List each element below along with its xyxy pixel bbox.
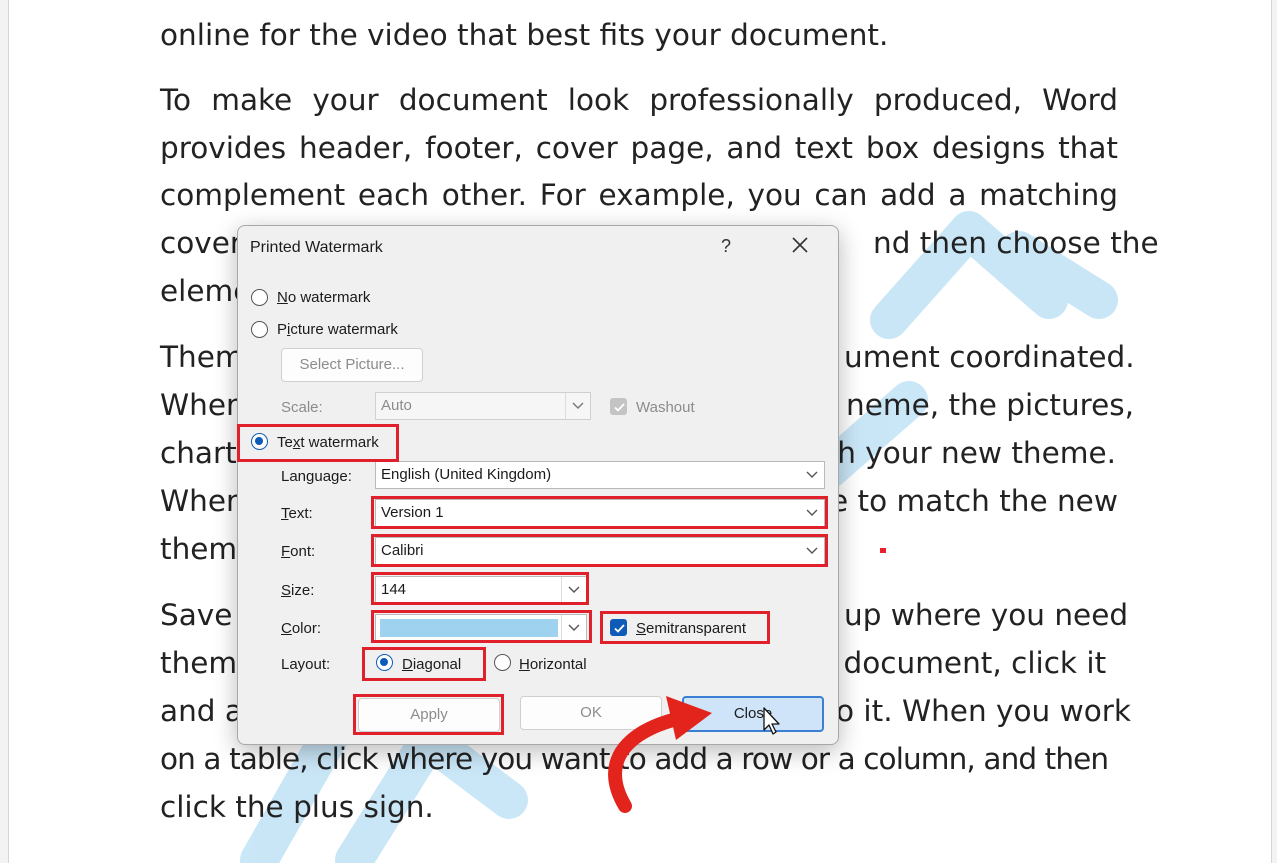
picture-watermark-label[interactable]: Picture watermark — [277, 321, 398, 338]
scale-label: Scale: — [281, 399, 323, 416]
doc-line: Them — [160, 340, 244, 374]
highlight-color-field — [371, 610, 592, 643]
help-button[interactable]: ? — [721, 236, 731, 257]
highlight-apply — [353, 694, 504, 735]
washout-label: Washout — [636, 399, 695, 416]
close-icon[interactable] — [787, 232, 813, 258]
horizontal-label[interactable]: Horizontal — [519, 656, 587, 673]
washout-checkbox[interactable] — [610, 398, 627, 415]
highlight-semitransparent — [600, 611, 770, 644]
doc-line: click the plus sign. — [160, 790, 434, 824]
layout-label: Layout: — [281, 656, 331, 673]
highlight-text-field — [371, 496, 828, 529]
doc-line: chart — [160, 436, 237, 470]
scale-combo[interactable]: Auto — [375, 392, 591, 420]
no-watermark-text: o watermark — [287, 289, 371, 306]
doc-line: When — [160, 484, 245, 518]
doc-line: them — [160, 646, 238, 680]
doc-line: r document, click it — [822, 646, 1107, 680]
doc-line: and a — [160, 694, 243, 728]
ok-button[interactable]: OK — [520, 696, 662, 730]
color-label: Color: — [281, 620, 322, 637]
doc-line: When — [160, 388, 245, 422]
doc-line: online for the video that best fits your… — [160, 18, 889, 52]
printed-watermark-dialog: Printed Watermark ? No watermark Picture… — [237, 225, 839, 745]
close-button[interactable]: Close — [682, 696, 824, 732]
font-label: Font: — [281, 543, 316, 560]
highlight-diagonal — [362, 647, 486, 681]
doc-line: e to match the new — [830, 484, 1118, 518]
doc-line: up where you need — [844, 598, 1129, 632]
doc-line: ument coordinated. — [844, 340, 1135, 374]
highlight-text-watermark — [237, 424, 399, 462]
doc-line: nd then choose the — [873, 226, 1159, 260]
highlight-size-field — [371, 572, 589, 605]
doc-line: Save — [160, 598, 233, 632]
size-label: Size: — [281, 582, 315, 599]
doc-line: ch your new theme. — [821, 436, 1117, 470]
language-combo[interactable]: English (United Kingdom) — [375, 461, 825, 489]
doc-line: neme, the pictures, — [846, 388, 1135, 422]
scale-value: Auto — [381, 397, 412, 414]
text-label: Text: — [281, 505, 313, 522]
picture-watermark-radio[interactable] — [251, 321, 268, 338]
no-watermark-radio[interactable] — [251, 289, 268, 306]
doc-line: them — [160, 532, 238, 566]
no-watermark-label[interactable]: No watermark — [277, 289, 370, 306]
doc-line: o it. When you work — [836, 694, 1131, 728]
red-marker — [880, 548, 886, 553]
chevron-down-icon[interactable] — [800, 462, 824, 488]
chevron-down-icon[interactable] — [565, 393, 590, 419]
language-value: English (United Kingdom) — [381, 466, 552, 483]
select-picture-button[interactable]: Select Picture... — [281, 348, 423, 382]
highlight-font-field — [371, 534, 828, 567]
dialog-title: Printed Watermark — [250, 239, 383, 256]
horizontal-radio[interactable] — [494, 654, 511, 671]
language-label: Language: — [281, 468, 352, 485]
